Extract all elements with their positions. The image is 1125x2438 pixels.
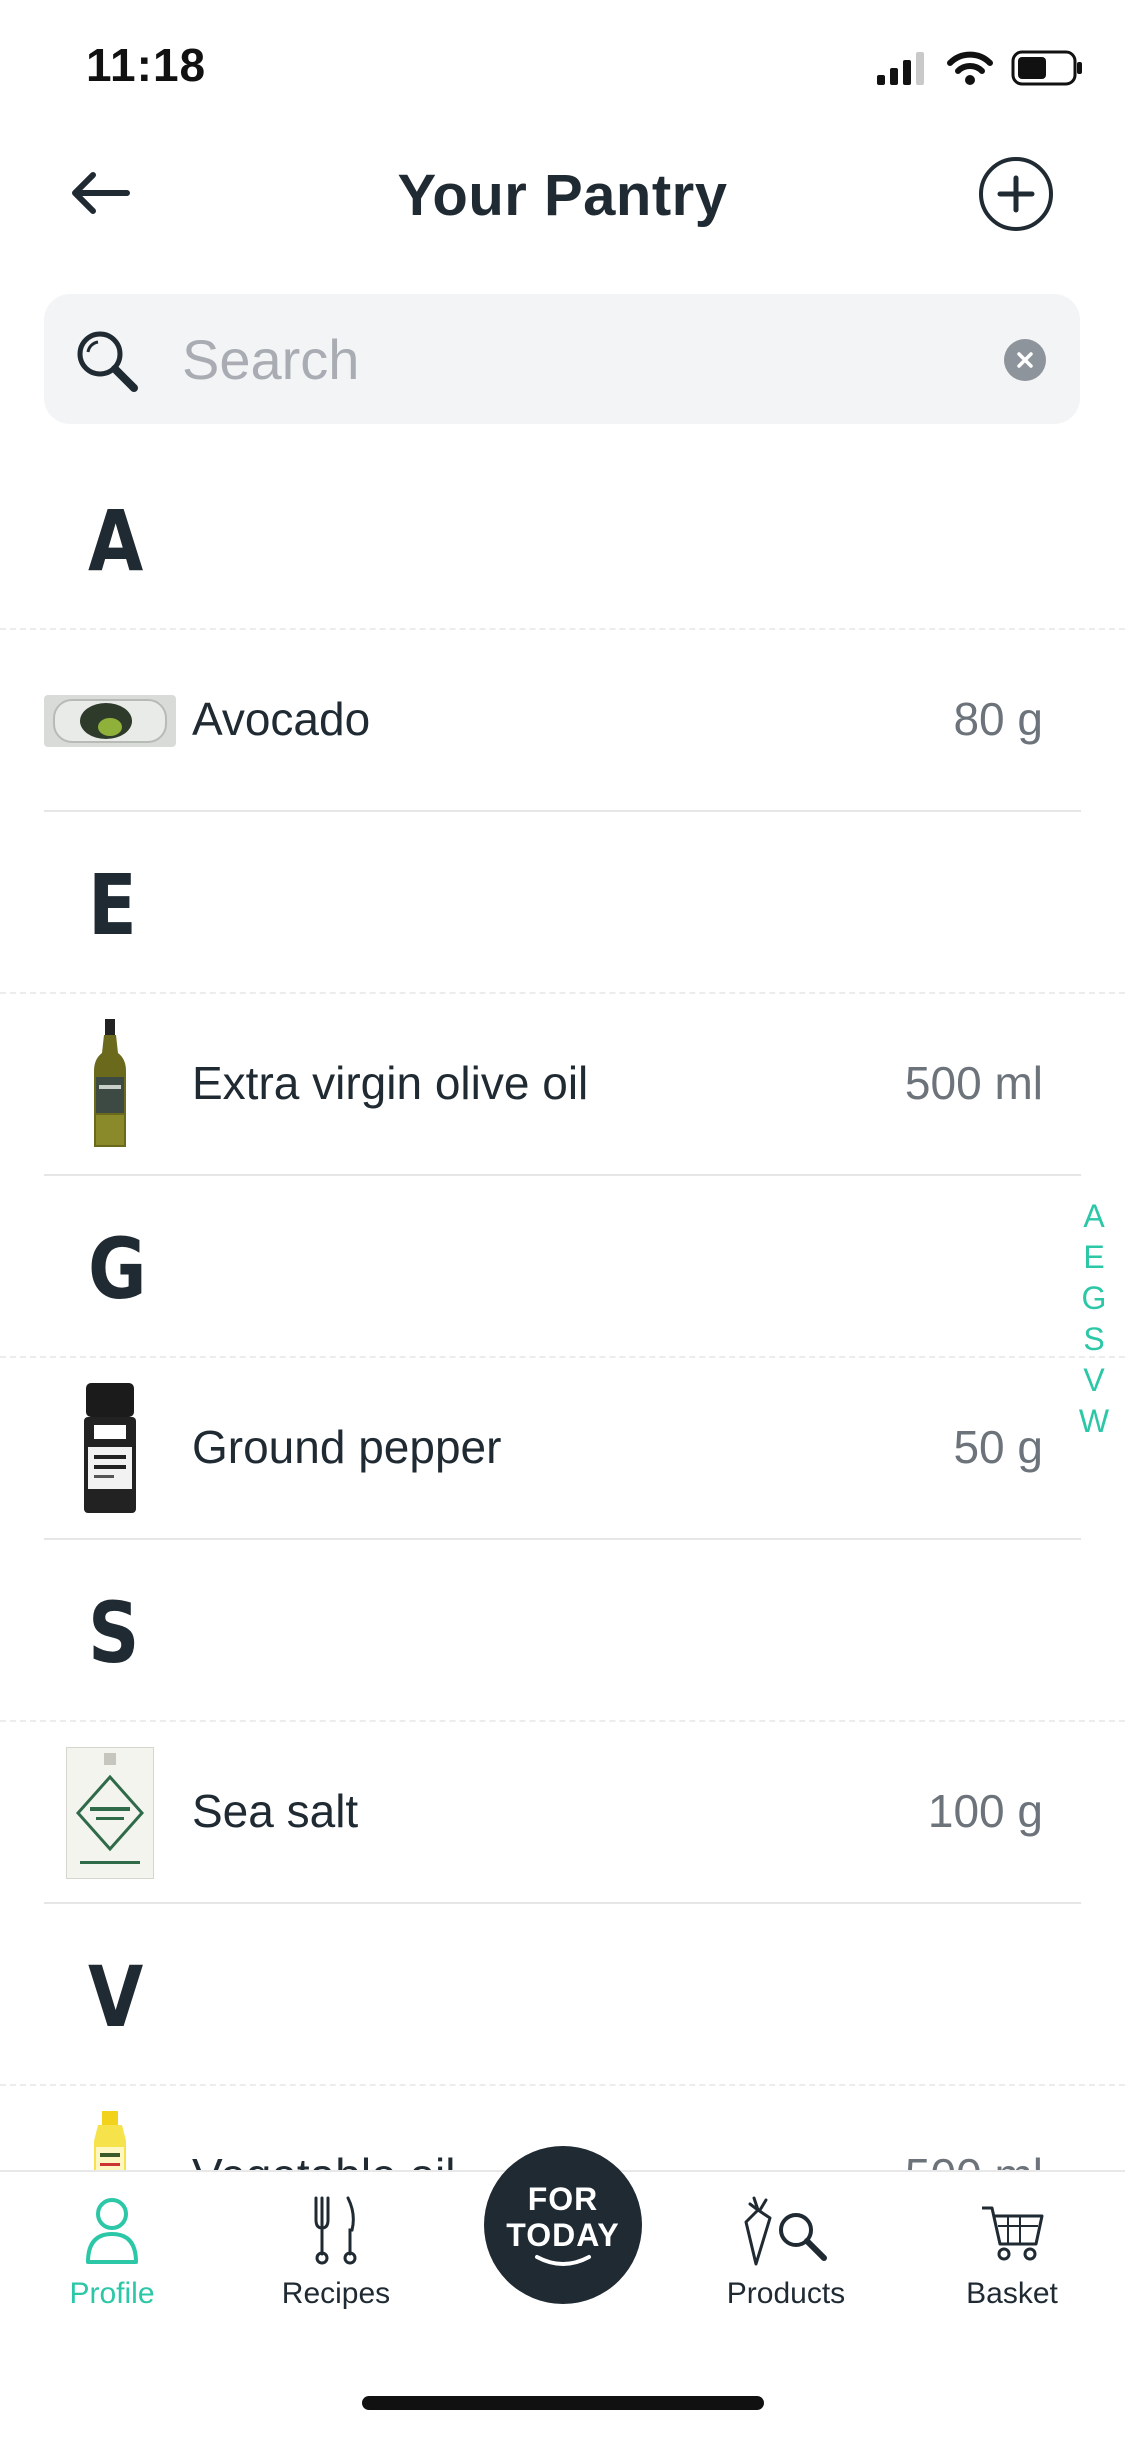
olive-oil-bottle-image: [44, 1019, 176, 1151]
index-letter-e[interactable]: E: [1083, 1237, 1104, 1278]
nav-profile-label: Profile: [69, 2277, 155, 2310]
item-name: Avocado: [192, 693, 371, 745]
section-header-g: G: [0, 1176, 1125, 1358]
list-item[interactable]: Sea salt 100 g: [44, 1722, 1081, 1904]
nav-basket-label: Basket: [966, 2277, 1058, 2310]
section-letter: E: [88, 856, 137, 954]
home-indicator: [362, 2396, 764, 2410]
alphabet-index[interactable]: A E G S V W: [1077, 1196, 1111, 1442]
index-letter-w[interactable]: W: [1079, 1401, 1109, 1442]
for-today-line1: FOR: [527, 2181, 599, 2217]
pantry-list: A Avocado 80 g E Extra virgin olive oil …: [0, 448, 1125, 2268]
sea-salt-box-image: [44, 1747, 176, 1879]
item-name: Ground pepper: [192, 1421, 502, 1473]
for-today-line2: TODAY: [506, 2217, 620, 2253]
section-letter: S: [88, 1584, 140, 1682]
nav-profile[interactable]: Profile: [22, 2196, 202, 2311]
avocado-image: [44, 655, 176, 787]
page-title: Your Pantry: [397, 163, 728, 228]
plus-icon: [997, 175, 1035, 213]
nav-recipes-label: Recipes: [281, 2277, 391, 2310]
smile-icon: [535, 2255, 591, 2266]
status-icons: [877, 50, 1083, 86]
signal-icon: [877, 52, 924, 85]
status-bar: 11:18: [0, 0, 1125, 140]
section-header-s: S: [0, 1540, 1125, 1722]
section-letter: G: [88, 1220, 147, 1318]
section-header-a: A: [0, 448, 1125, 630]
search-input[interactable]: [182, 322, 1002, 396]
carrot-search-icon: [744, 2196, 827, 2266]
search-bar: [44, 294, 1080, 424]
item-quantity: 50 g: [953, 1421, 1043, 1473]
battery-icon: [1011, 50, 1082, 86]
item-quantity: 80 g: [953, 693, 1043, 745]
section-letter: A: [88, 492, 144, 590]
index-letter-a[interactable]: A: [1083, 1196, 1104, 1237]
index-letter-g[interactable]: G: [1082, 1278, 1107, 1319]
list-item[interactable]: Avocado 80 g: [44, 630, 1081, 812]
list-item[interactable]: Ground pepper 50 g: [44, 1358, 1081, 1540]
status-time: 11:18: [86, 39, 207, 91]
section-letter: V: [88, 1948, 144, 2046]
wifi-icon: [947, 51, 993, 85]
item-name: Sea salt: [192, 1785, 359, 1837]
nav-products[interactable]: Products: [696, 2196, 876, 2311]
item-name: Extra virgin olive oil: [192, 1057, 589, 1109]
nav-basket[interactable]: Basket: [922, 2196, 1102, 2311]
add-item-button[interactable]: [979, 157, 1053, 231]
header: Your Pantry: [0, 140, 1125, 250]
close-icon: [1017, 352, 1033, 368]
pepper-grinder-image: [44, 1383, 176, 1515]
cart-icon: [982, 2206, 1044, 2261]
nav-recipes[interactable]: Recipes: [246, 2196, 426, 2311]
item-quantity: 500 ml: [904, 1057, 1043, 1109]
nav-products-label: Products: [726, 2277, 846, 2310]
section-header-v: V: [0, 1904, 1125, 2086]
search-icon: [77, 331, 138, 392]
profile-icon: [86, 2198, 138, 2264]
item-quantity: 100 g: [927, 1785, 1043, 1837]
index-letter-v[interactable]: V: [1083, 1360, 1104, 1401]
list-item[interactable]: Extra virgin olive oil 500 ml: [44, 994, 1081, 1176]
for-today-button[interactable]: FOR TODAY: [484, 2146, 642, 2304]
clear-search-button[interactable]: [1004, 339, 1046, 381]
section-header-e: E: [0, 812, 1125, 994]
fork-knife-icon: [314, 2196, 357, 2265]
index-letter-s[interactable]: S: [1083, 1319, 1104, 1360]
